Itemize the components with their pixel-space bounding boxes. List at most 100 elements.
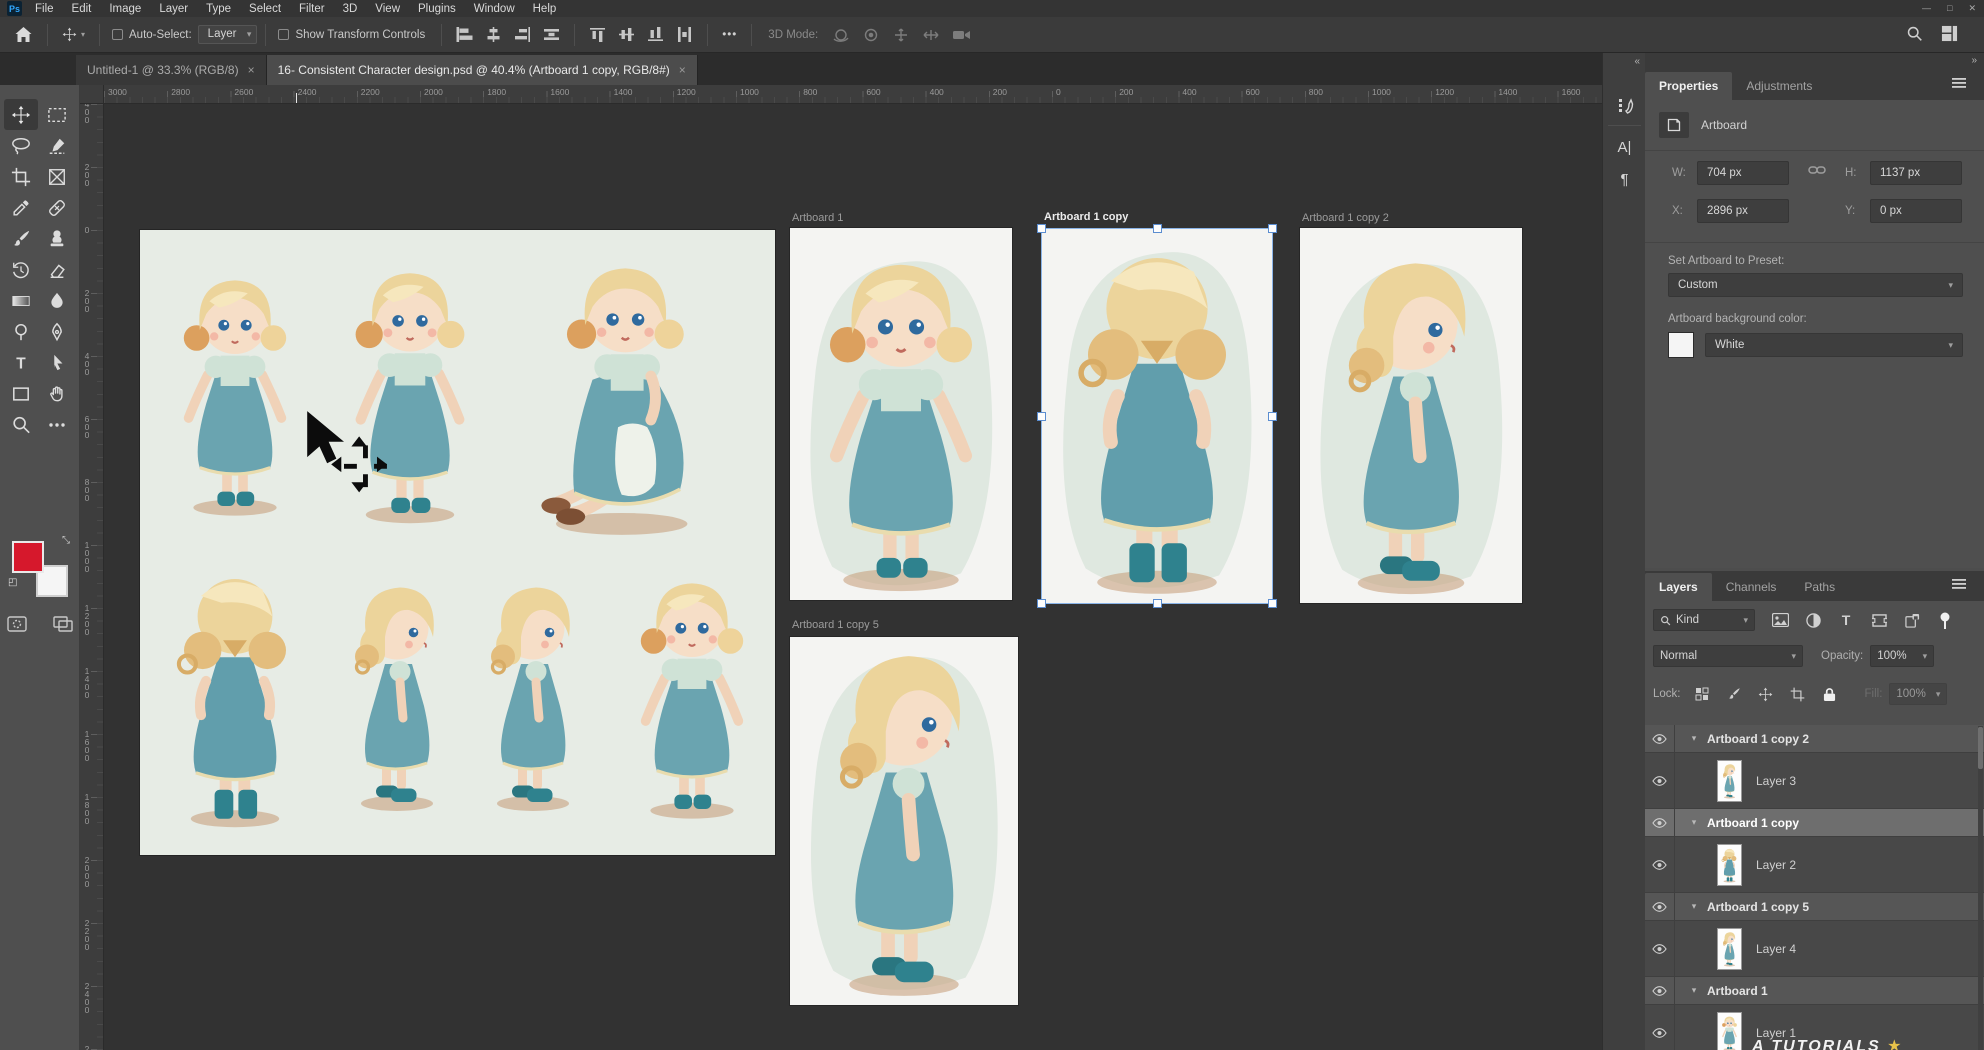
- lock-position-icon[interactable]: [1753, 683, 1779, 705]
- layer-name[interactable]: Artboard 1 copy 2: [1707, 732, 1809, 746]
- menu-item[interactable]: Help: [524, 2, 566, 16]
- edit-toolbar-icon[interactable]: [40, 409, 74, 440]
- expand-dock-icon[interactable]: «: [1634, 56, 1639, 67]
- artboard-1[interactable]: [790, 228, 1012, 600]
- close-tab-icon[interactable]: ×: [679, 63, 686, 77]
- artboard-1-copy-2[interactable]: [1300, 228, 1522, 603]
- character-panel-icon[interactable]: A|: [1610, 133, 1639, 162]
- menu-item[interactable]: Filter: [290, 2, 334, 16]
- lock-transparent-pixels-icon[interactable]: [1689, 683, 1715, 705]
- collapse-dock-icon[interactable]: »: [1971, 55, 1976, 66]
- show-transform-checkbox[interactable]: [278, 29, 289, 40]
- document-tab[interactable]: Untitled-1 @ 33.3% (RGB/8) ×: [76, 55, 267, 85]
- visibility-eye-icon[interactable]: [1645, 893, 1675, 920]
- foreground-color-swatch[interactable]: [12, 541, 44, 573]
- maximize-icon[interactable]: □: [1947, 3, 1952, 14]
- filter-type-layers-icon[interactable]: T: [1833, 609, 1859, 631]
- menu-item[interactable]: Type: [197, 2, 240, 16]
- layer-row[interactable]: ▾ Artboard 1: [1645, 977, 1984, 1005]
- background-color-dropdown[interactable]: White ▾: [1705, 333, 1963, 357]
- layer-name[interactable]: Artboard 1 copy: [1707, 816, 1799, 830]
- object-selection-tool[interactable]: [40, 130, 74, 161]
- layer-row[interactable]: Layer 4: [1645, 921, 1984, 977]
- auto-select-target-select[interactable]: Layer▾: [198, 25, 258, 44]
- visibility-eye-icon[interactable]: [1645, 753, 1675, 808]
- group-chevron-icon[interactable]: ▾: [1683, 901, 1705, 912]
- visibility-eye-icon[interactable]: [1645, 1005, 1675, 1050]
- lock-all-icon[interactable]: [1817, 683, 1843, 705]
- preset-dropdown[interactable]: Custom ▾: [1668, 273, 1963, 297]
- filter-shape-layers-icon[interactable]: [1866, 609, 1892, 631]
- link-dimensions-icon[interactable]: [1808, 164, 1826, 179]
- layer-name[interactable]: Layer 4: [1756, 942, 1796, 956]
- menu-item[interactable]: File: [26, 2, 63, 16]
- menu-item[interactable]: View: [366, 2, 409, 16]
- pen-tool[interactable]: [40, 316, 74, 347]
- panel-tab[interactable]: Paths: [1790, 573, 1849, 601]
- group-chevron-icon[interactable]: ▾: [1683, 985, 1705, 996]
- history-brush-tool[interactable]: [4, 254, 38, 285]
- layers-scrollbar[interactable]: [1978, 726, 1983, 1050]
- eraser-tool[interactable]: [40, 254, 74, 285]
- layer-row[interactable]: Layer 2: [1645, 837, 1984, 893]
- panel-tab[interactable]: Adjustments: [1732, 72, 1826, 100]
- quick-mask-icon[interactable]: [6, 615, 28, 636]
- minimize-icon[interactable]: —: [1922, 3, 1931, 14]
- prevent-autonest-icon[interactable]: [1785, 683, 1811, 705]
- gradient-tool[interactable]: [4, 285, 38, 316]
- layer-name[interactable]: Artboard 1 copy 5: [1707, 900, 1809, 914]
- align-top-edges-icon[interactable]: [583, 27, 612, 42]
- align-bottom-edges-icon[interactable]: [641, 27, 670, 42]
- align-right-edges-icon[interactable]: [508, 27, 537, 42]
- menu-item[interactable]: Plugins: [409, 2, 465, 16]
- swap-colors-icon[interactable]: ⤡: [62, 535, 70, 546]
- brush-tool[interactable]: [4, 223, 38, 254]
- hand-tool[interactable]: [40, 378, 74, 409]
- menu-item[interactable]: Image: [100, 2, 150, 16]
- crop-tool[interactable]: [4, 161, 38, 192]
- layer-filtering-toggle-icon[interactable]: [1932, 609, 1958, 631]
- panel-tab[interactable]: Channels: [1712, 573, 1791, 601]
- frame-tool[interactable]: [40, 161, 74, 192]
- layer-thumbnail[interactable]: [1717, 760, 1742, 802]
- artboard-label[interactable]: Artboard 1 copy 5: [792, 619, 879, 631]
- default-colors-icon[interactable]: ◰: [8, 577, 17, 588]
- filter-pixel-layers-icon[interactable]: [1767, 609, 1793, 631]
- layer-filter-kind-select[interactable]: Kind ▾: [1653, 609, 1755, 631]
- panel-tab[interactable]: Layers: [1645, 573, 1712, 601]
- artboard-label-selected[interactable]: Artboard 1 copy: [1044, 211, 1128, 223]
- layer-row[interactable]: ▾ Artboard 1 copy 2: [1645, 725, 1984, 753]
- spot-healing-brush-tool[interactable]: [40, 192, 74, 223]
- distribute-horizontal-icon[interactable]: [537, 27, 566, 42]
- width-field[interactable]: 704 px: [1697, 161, 1789, 185]
- filter-adjustment-layers-icon[interactable]: [1800, 609, 1826, 631]
- type-tool[interactable]: T: [4, 347, 38, 378]
- document-tab[interactable]: 16- Consistent Character design.psd @ 40…: [267, 55, 698, 85]
- ruler-origin-box[interactable]: [80, 85, 104, 104]
- eyedropper-tool[interactable]: [4, 192, 38, 223]
- layer-thumbnail[interactable]: [1717, 844, 1742, 886]
- blur-tool[interactable]: [40, 285, 74, 316]
- x-field[interactable]: 2896 px: [1697, 199, 1789, 223]
- menu-item[interactable]: Select: [240, 2, 290, 16]
- search-icon[interactable]: [1906, 25, 1923, 45]
- height-field[interactable]: 1137 px: [1870, 161, 1962, 185]
- layer-name[interactable]: Layer 3: [1756, 774, 1796, 788]
- visibility-eye-icon[interactable]: [1645, 921, 1675, 976]
- visibility-eye-icon[interactable]: [1645, 837, 1675, 892]
- brushes-panel-icon[interactable]: [1610, 91, 1639, 120]
- visibility-eye-icon[interactable]: [1645, 977, 1675, 1004]
- menu-item[interactable]: Window: [465, 2, 524, 16]
- opacity-value[interactable]: 100% ▾: [1870, 645, 1934, 667]
- lock-image-pixels-icon[interactable]: [1721, 683, 1747, 705]
- blend-mode-select[interactable]: Normal ▾: [1653, 645, 1803, 667]
- layer-name[interactable]: Layer 2: [1756, 858, 1796, 872]
- reference-image-layer[interactable]: [140, 230, 775, 855]
- artboard-1-copy[interactable]: [1042, 229, 1272, 603]
- layer-thumbnail[interactable]: [1717, 928, 1742, 970]
- canvas-area[interactable]: 3000280026002400220020001800160014001200…: [80, 85, 1602, 1050]
- close-tab-icon[interactable]: ×: [248, 63, 255, 77]
- align-left-edges-icon[interactable]: [450, 27, 479, 42]
- layer-row[interactable]: ▾ Artboard 1 copy: [1645, 809, 1984, 837]
- dodge-tool[interactable]: [4, 316, 38, 347]
